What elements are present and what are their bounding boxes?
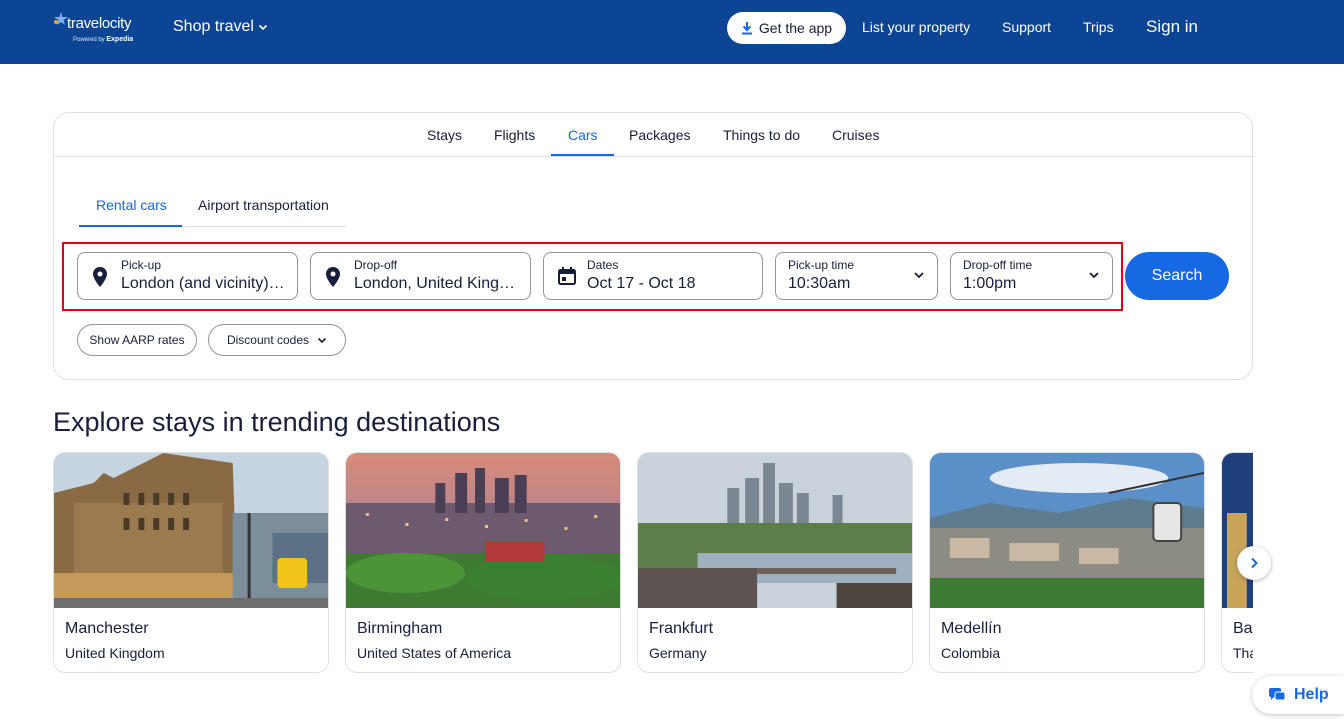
subtab-rental-cars[interactable]: Rental cars <box>96 197 167 213</box>
map-pin-icon <box>326 267 340 287</box>
subtab-airport-transportation[interactable]: Airport transportation <box>198 197 329 213</box>
destination-country: Tha <box>1233 645 1253 661</box>
logo-name: travelocity <box>67 15 132 32</box>
help-button[interactable]: Help <box>1252 676 1344 714</box>
dates-field[interactable]: Dates Oct 17 - Oct 18 <box>543 252 763 300</box>
shop-travel-label: Shop travel <box>173 18 254 35</box>
dates-value: Oct 17 - Oct 18 <box>587 275 696 292</box>
show-aarp-rates-button[interactable]: Show AARP rates <box>77 324 197 356</box>
active-tab-indicator <box>551 154 614 156</box>
dropoff-location-field[interactable]: Drop-off London, United King… <box>310 252 531 300</box>
chevron-down-icon <box>258 24 268 31</box>
active-subtab-indicator <box>79 225 182 227</box>
help-label: Help <box>1294 686 1329 703</box>
pickup-value: London (and vicinity)… <box>121 275 285 292</box>
download-icon <box>741 22 752 35</box>
destination-country: Germany <box>649 645 707 661</box>
destination-country: Colombia <box>941 645 1001 661</box>
destination-card-birmingham[interactable]: Birmingham United States of America <box>345 452 621 673</box>
trips-link[interactable]: Trips <box>1083 19 1114 35</box>
calendar-icon <box>558 267 576 285</box>
chat-bubble-icon <box>1269 688 1286 701</box>
destination-country: United Kingdom <box>65 645 165 661</box>
birmingham-photo <box>346 453 620 608</box>
get-the-app-button[interactable]: Get the app <box>727 12 846 44</box>
dropoff-value: London, United King… <box>354 275 515 292</box>
shop-travel-menu[interactable]: Shop travel <box>173 18 268 36</box>
destination-city: Medellín <box>941 620 1002 637</box>
dropoff-time-value: 1:00pm <box>963 275 1017 292</box>
tab-flights[interactable]: Flights <box>494 127 535 143</box>
chevron-right-icon <box>1251 557 1258 569</box>
map-pin-icon <box>93 267 107 287</box>
trending-destinations-heading: Explore stays in trending destinations <box>53 407 501 437</box>
pickup-label: Pick-up <box>121 258 162 272</box>
tab-cars[interactable]: Cars <box>568 127 598 143</box>
destination-card-manchester[interactable]: Manchester United Kingdom <box>53 452 329 673</box>
top-navigation-bar: travelocity Powered by Expedia Shop trav… <box>0 0 1344 64</box>
dropoff-time-label: Drop-off time <box>963 258 1033 272</box>
support-link[interactable]: Support <box>1002 19 1051 35</box>
destination-city: Ba <box>1233 620 1253 637</box>
pickup-time-label: Pick-up time <box>788 258 855 272</box>
destination-city: Frankfurt <box>649 620 714 637</box>
car-subtabs: Rental cars Airport transportation <box>79 183 346 227</box>
tab-cruises[interactable]: Cruises <box>832 127 879 143</box>
tab-things-to-do[interactable]: Things to do <box>723 127 800 143</box>
medellin-photo <box>930 453 1204 608</box>
tab-stays[interactable]: Stays <box>427 127 462 143</box>
destination-card-frankfurt[interactable]: Frankfurt Germany <box>637 452 913 673</box>
travelocity-logo[interactable]: travelocity Powered by Expedia <box>53 11 145 47</box>
chevron-down-icon <box>914 272 924 279</box>
list-your-property-link[interactable]: List your property <box>862 19 970 35</box>
manchester-photo <box>54 453 328 608</box>
destination-card-medellin[interactable]: Medellín Colombia <box>929 452 1205 673</box>
discount-codes-label: Discount codes <box>226 333 310 347</box>
logo-powered-by: Powered by Expedia <box>73 36 134 43</box>
dropoff-time-select[interactable]: Drop-off time 1:00pm <box>950 252 1113 300</box>
chevron-down-icon <box>1089 272 1099 279</box>
tab-packages[interactable]: Packages <box>629 127 690 143</box>
destination-country: United States of America <box>357 645 512 661</box>
chevron-down-icon <box>317 337 327 344</box>
discount-codes-button[interactable]: Discount codes <box>208 324 346 356</box>
sign-in-link[interactable]: Sign in <box>1146 17 1198 37</box>
lob-tabs: Stays Flights Cars Packages Things to do… <box>54 113 1252 157</box>
aarp-label: Show AARP rates <box>89 333 185 347</box>
frankfurt-photo <box>638 453 912 608</box>
pickup-time-select[interactable]: Pick-up time 10:30am <box>775 252 938 300</box>
get-the-app-label: Get the app <box>758 20 833 36</box>
destination-city: Manchester <box>65 620 149 637</box>
destination-city: Birmingham <box>357 620 443 637</box>
pickup-location-field[interactable]: Pick-up London (and vicinity)… <box>77 252 298 300</box>
partial-destination-photo <box>1222 453 1253 608</box>
search-button[interactable]: Search <box>1125 252 1229 300</box>
pickup-time-value: 10:30am <box>788 275 851 292</box>
dates-label: Dates <box>587 258 619 272</box>
carousel-next-button[interactable] <box>1237 546 1271 580</box>
dropoff-label: Drop-off <box>354 258 398 272</box>
